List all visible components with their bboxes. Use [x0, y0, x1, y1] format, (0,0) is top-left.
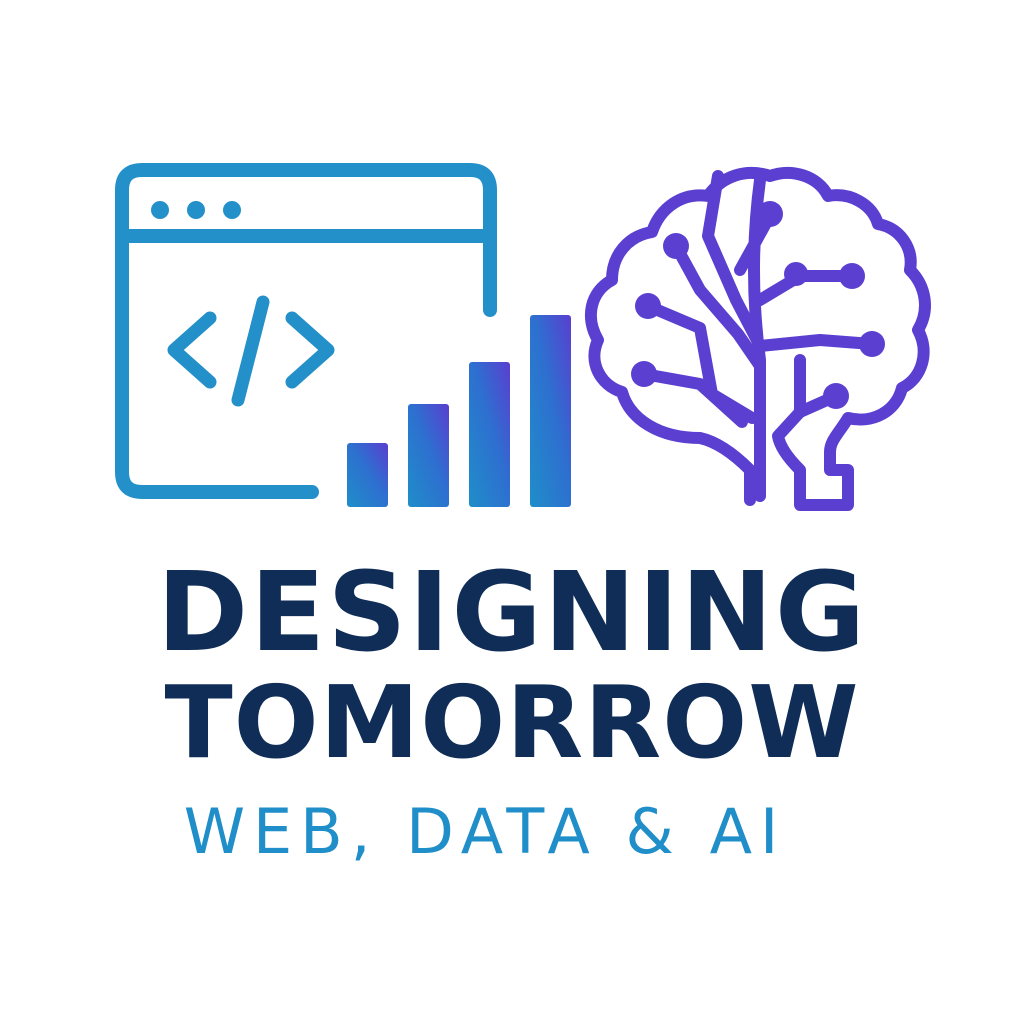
- window-dot: [151, 201, 169, 219]
- brain-node: [635, 293, 661, 319]
- logo-canvas: DESIGNING TOMORROW WEB, DATA & AI: [0, 0, 1024, 1024]
- title-line-1: DESIGNING: [156, 548, 868, 676]
- window-dot: [187, 201, 205, 219]
- bar-chart-icon: [347, 315, 571, 507]
- code-brackets-icon: [167, 295, 335, 407]
- chart-bar: [408, 404, 449, 507]
- brain-node: [663, 233, 689, 259]
- brain-node: [859, 331, 885, 357]
- brain-node: [784, 262, 808, 286]
- brain-node: [757, 201, 783, 227]
- brain-node: [823, 383, 849, 409]
- subtitle: WEB, DATA & AI: [183, 795, 787, 868]
- title-line-2: TOMORROW: [164, 664, 860, 781]
- brain-node: [839, 263, 865, 289]
- chart-bar: [347, 443, 388, 507]
- chart-bar: [530, 315, 571, 507]
- brain-node: [631, 361, 657, 387]
- window-dots-icon: [151, 201, 241, 219]
- window-dot: [223, 201, 241, 219]
- chart-bar: [469, 362, 510, 507]
